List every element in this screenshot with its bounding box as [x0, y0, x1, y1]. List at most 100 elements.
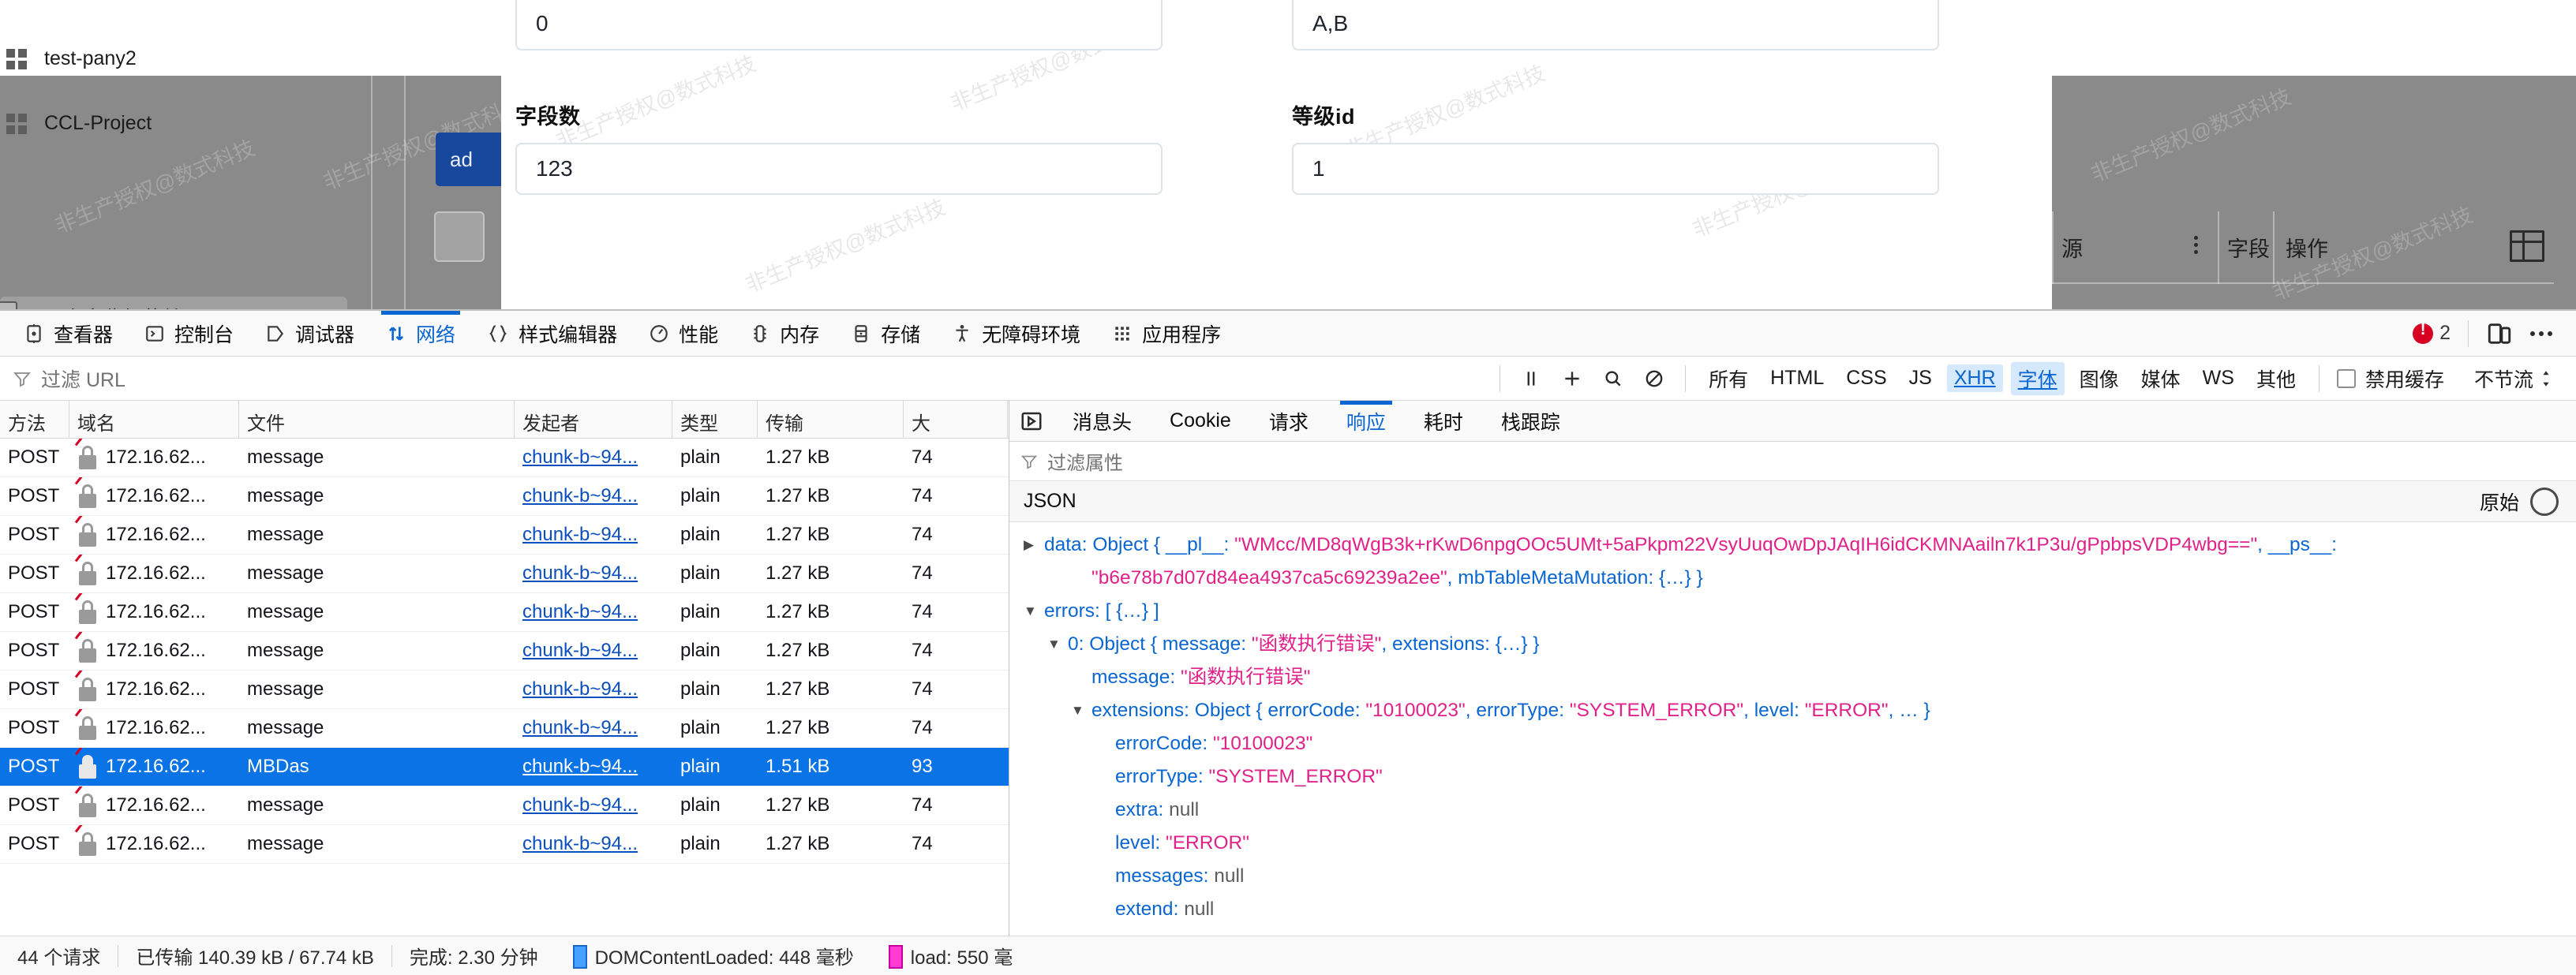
- table-row[interactable]: POST 172.16.62... message chunk-b~94... plai…: [0, 515, 1009, 555]
- field-value-ab[interactable]: A,B: [1292, 0, 1939, 50]
- column-header-source[interactable]: 源: [2061, 211, 2083, 282]
- cell-initiator[interactable]: chunk-b~94...: [515, 593, 672, 632]
- tab-inspector[interactable]: 查看器: [8, 311, 129, 357]
- column-header-file[interactable]: 文件: [239, 401, 515, 438]
- cell-initiator[interactable]: chunk-b~94...: [515, 786, 672, 825]
- twisty-expanded-icon[interactable]: ▼: [1047, 628, 1068, 661]
- column-header-field[interactable]: 字段: [2227, 211, 2273, 282]
- json-row[interactable]: ▼ errors: [ {…} ]: [1024, 595, 2576, 628]
- twisty-expanded-icon[interactable]: ▼: [1071, 694, 1091, 727]
- plus-icon[interactable]: [1562, 368, 1582, 389]
- error-count-badge[interactable]: 2: [2413, 320, 2451, 345]
- cell-initiator[interactable]: chunk-b~94...: [515, 439, 672, 477]
- json-row[interactable]: ▼ 0: Object { message: "函数执行错误", extensio…: [1024, 628, 2576, 661]
- json-row[interactable]: ·"b6e78b7d07d84ea4937ca5c69239a2ee", mbT…: [1024, 562, 2576, 595]
- cell-transfer: 1.27 kB: [766, 446, 830, 468]
- filter-type-other[interactable]: 其他: [2249, 362, 2303, 395]
- column-header-action[interactable]: 操作: [2286, 211, 2328, 282]
- table-row[interactable]: POST 172.16.62... message chunk-b~94... plai…: [0, 670, 1009, 709]
- filter-type-image[interactable]: 图像: [2072, 362, 2126, 395]
- throttling-select[interactable]: 不节流: [2462, 364, 2565, 393]
- url-filter-input[interactable]: 过滤 URL: [0, 364, 1026, 393]
- twisty-expanded-icon[interactable]: ▼: [1024, 595, 1044, 628]
- filter-type-js[interactable]: JS: [1902, 364, 1939, 392]
- json-row[interactable]: ▼ extensions: Object { errorCode: "101000…: [1024, 694, 2576, 727]
- tab-accessibility[interactable]: 无障碍环境: [936, 311, 1096, 357]
- cell-initiator[interactable]: chunk-b~94...: [515, 477, 672, 516]
- cell-initiator[interactable]: chunk-b~94...: [515, 555, 672, 593]
- table-row[interactable]: POST 172.16.62... message chunk-b~94... plai…: [0, 439, 1009, 477]
- field-value-0[interactable]: 0: [515, 0, 1163, 50]
- column-header-method[interactable]: 方法: [0, 401, 69, 438]
- table-row[interactable]: POST 172.16.62... MBDas chunk-b~94... plain 1…: [0, 747, 1009, 786]
- cell-initiator[interactable]: chunk-b~94...: [515, 632, 672, 671]
- table-settings-icon[interactable]: [2510, 230, 2544, 262]
- filter-type-css[interactable]: CSS: [1839, 364, 1893, 392]
- disable-cache-checkbox[interactable]: 禁用缓存: [2320, 364, 2462, 393]
- cell-initiator[interactable]: chunk-b~94...: [515, 709, 672, 748]
- filter-type-xhr[interactable]: XHR: [1946, 364, 2003, 392]
- json-row[interactable]: ·errorType: "SYSTEM_ERROR": [1024, 760, 2576, 794]
- json-row[interactable]: ·extend: null: [1024, 893, 2576, 926]
- table-row[interactable]: POST 172.16.62... message chunk-b~94... plai…: [0, 824, 1009, 864]
- responsive-design-mode-icon[interactable]: [2486, 320, 2513, 347]
- cell-initiator[interactable]: chunk-b~94...: [515, 671, 672, 709]
- column-header-size[interactable]: 大: [904, 401, 1008, 438]
- column-header-transfer[interactable]: 传输: [758, 401, 904, 438]
- table-row[interactable]: POST 172.16.62... message chunk-b~94... plai…: [0, 708, 1009, 748]
- tab-application[interactable]: 应用程序: [1096, 311, 1237, 357]
- field-count-input[interactable]: 123: [515, 143, 1163, 195]
- expand-detail-icon[interactable]: [1009, 409, 1054, 433]
- level-id-input[interactable]: 1: [1292, 143, 1939, 195]
- json-row[interactable]: ·message: "函数执行错误": [1024, 661, 2576, 694]
- sidebar-item-test-pany2[interactable]: test-pany2: [0, 47, 137, 70]
- devtools-menu-icon[interactable]: [2530, 331, 2552, 336]
- table-row[interactable]: POST 172.16.62... message chunk-b~94... plai…: [0, 592, 1009, 632]
- tab-style-editor[interactable]: 样式编辑器: [471, 311, 633, 357]
- column-header-domain[interactable]: 域名: [69, 401, 239, 438]
- cell-size: 74: [912, 524, 933, 545]
- cell-initiator[interactable]: chunk-b~94...: [515, 825, 672, 864]
- tab-memory[interactable]: 内存: [734, 311, 835, 357]
- json-row[interactable]: ·level: "ERROR": [1024, 827, 2576, 860]
- json-row[interactable]: ·extra: null: [1024, 794, 2576, 827]
- checkbox-placeholder[interactable]: [434, 211, 485, 262]
- tab-debugger[interactable]: 调试器: [249, 311, 370, 357]
- json-null: null: [1214, 865, 1245, 887]
- search-icon[interactable]: [1603, 368, 1623, 389]
- column-header-initiator[interactable]: 发起者: [515, 401, 672, 438]
- filter-type-font[interactable]: 字体: [2010, 361, 2065, 395]
- column-header-type[interactable]: 类型: [672, 401, 758, 438]
- json-row[interactable]: ·errorCode: "10100023": [1024, 727, 2576, 760]
- column-menu-icon[interactable]: [2194, 233, 2199, 257]
- cell-domain: 172.16.62...: [69, 824, 239, 864]
- tab-console[interactable]: 控制台: [129, 311, 249, 357]
- table-row[interactable]: POST 172.16.62... message chunk-b~94... plai…: [0, 554, 1009, 593]
- table-row[interactable]: POST 172.16.62... message chunk-b~94... plai…: [0, 786, 1009, 825]
- tab-performance[interactable]: 性能: [633, 311, 734, 357]
- sidebar-item-ccl-project[interactable]: CCL-Project: [0, 112, 152, 135]
- tab-network[interactable]: 网络: [370, 310, 471, 357]
- cell-initiator[interactable]: chunk-b~94...: [515, 516, 672, 555]
- property-filter-input[interactable]: 过滤属性: [1009, 442, 2576, 481]
- detail-tab-request[interactable]: 请求: [1250, 401, 1327, 442]
- pause-icon[interactable]: [1521, 368, 1541, 389]
- detail-tab-headers[interactable]: 消息头: [1054, 401, 1151, 442]
- clear-requests-icon[interactable]: [1644, 368, 1664, 389]
- filter-type-ws[interactable]: WS: [2196, 364, 2241, 392]
- table-row[interactable]: POST 172.16.62... message chunk-b~94... plai…: [0, 476, 1009, 516]
- twisty-collapsed-icon[interactable]: ▶: [1024, 529, 1044, 562]
- json-row[interactable]: ·messages: null: [1024, 860, 2576, 893]
- tab-storage[interactable]: 存储: [835, 311, 936, 357]
- cell-initiator[interactable]: chunk-b~94...: [515, 748, 672, 786]
- filter-type-media[interactable]: 媒体: [2134, 362, 2188, 395]
- detail-tab-stacktrace[interactable]: 栈跟踪: [1482, 401, 1579, 442]
- raw-toggle[interactable]: 原始: [2480, 487, 2559, 516]
- detail-tab-cookies[interactable]: Cookie: [1151, 401, 1250, 442]
- detail-tab-timings[interactable]: 耗时: [1405, 401, 1482, 442]
- detail-tab-response[interactable]: 响应: [1327, 400, 1405, 442]
- filter-type-all[interactable]: 所有: [1702, 362, 1755, 395]
- json-row[interactable]: ▶ data: Object { __pl__: "WMcc/MD8qWgB3k+…: [1024, 529, 2576, 562]
- filter-type-html[interactable]: HTML: [1763, 364, 1831, 392]
- table-row[interactable]: POST 172.16.62... message chunk-b~94... plai…: [0, 631, 1009, 671]
